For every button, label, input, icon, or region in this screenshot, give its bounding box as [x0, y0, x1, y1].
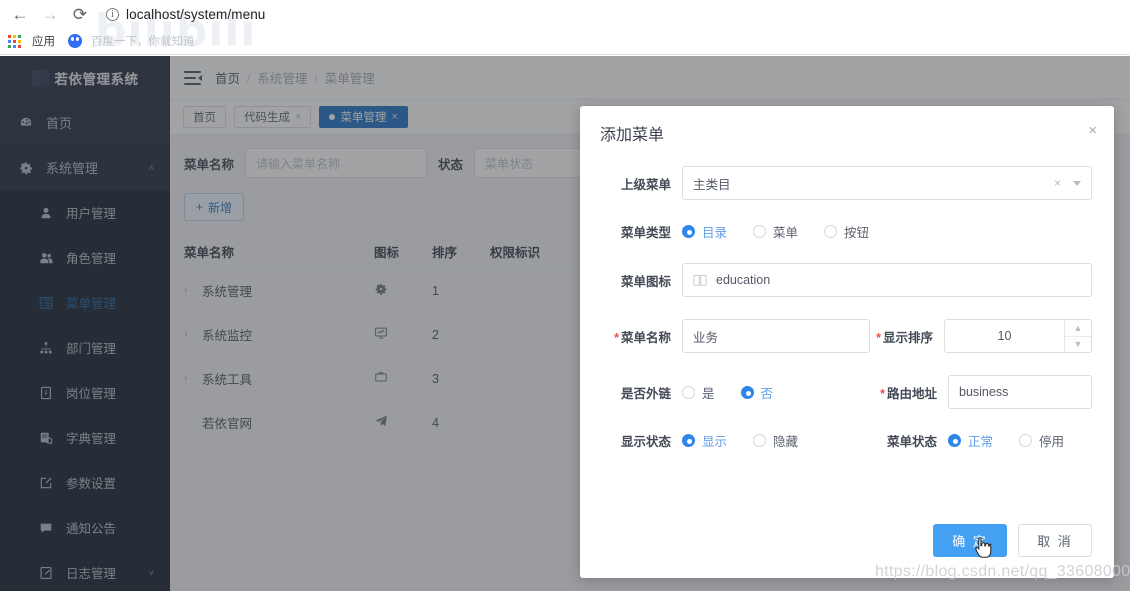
radio-status-normal[interactable]: 正常 — [948, 431, 993, 450]
radio-dot-icon — [682, 225, 695, 238]
bookmarks-bar: 应用 百度一下，你就知道 — [0, 28, 1130, 54]
label-text: 路由地址 — [886, 386, 937, 401]
radio-menu-type-button[interactable]: 按钮 — [824, 222, 869, 241]
radio-dot-icon — [682, 385, 695, 399]
parent-menu-value: 主类目 — [693, 177, 731, 192]
radio-is-frame-yes[interactable]: 是 — [682, 383, 715, 402]
url-text: localhost/system/menu — [126, 6, 266, 22]
radio-menu-type-directory[interactable]: 目录 — [682, 222, 727, 241]
radio-label: 正常 — [968, 435, 994, 449]
back-arrow-icon[interactable]: ← — [6, 2, 34, 26]
close-icon[interactable]: × — [1088, 123, 1097, 138]
required-marker: * — [880, 386, 885, 401]
field-label-order: * 显示排序 — [870, 327, 944, 346]
cancel-button[interactable]: 取 消 — [1018, 523, 1092, 557]
field-row-visible-status: 显示状态 显示 隐藏 菜单状态 正常 停用 — [596, 431, 1092, 450]
radio-label: 是 — [702, 386, 715, 401]
field-row-frame-path: 是否外链 是 否 * 路由地址 business — [596, 375, 1092, 409]
field-label-visible: 显示状态 — [620, 435, 671, 449]
required-marker: * — [876, 330, 881, 345]
dialog-body: 上级菜单 主类目 × 菜单类型 目录 菜单 按钮 菜单图标 education … — [580, 160, 1114, 512]
dialog-title: 添加菜单 — [600, 127, 665, 144]
label-text: 显示排序 — [882, 330, 933, 345]
field-label-status: 菜单状态 — [886, 435, 937, 449]
field-parent-menu: 上级菜单 主类目 × — [596, 166, 1092, 200]
bookmark-apps-label[interactable]: 应用 — [32, 33, 55, 49]
menu-name-input[interactable]: 业务 — [682, 319, 870, 353]
browser-nav-row: ← → ⟳ i localhost/system/menu — [0, 0, 1130, 28]
chrome-divider — [0, 54, 1130, 55]
radio-label: 显示 — [702, 435, 728, 449]
radio-status-disabled[interactable]: 停用 — [1019, 431, 1064, 450]
status-radio-group: 正常 停用 — [948, 431, 1092, 450]
confirm-button[interactable]: 确 定 — [933, 523, 1007, 557]
field-label-menu-name: * 菜单名称 — [596, 327, 682, 346]
number-spinner[interactable]: ▲ ▼ — [1064, 320, 1091, 352]
label-text: 菜单名称 — [620, 330, 671, 345]
field-label: 菜单类型 — [620, 226, 671, 240]
apps-grid-icon[interactable] — [8, 34, 23, 48]
browser-chrome: bilibili ← → ⟳ i localhost/system/menu 应… — [0, 0, 1130, 56]
route-path-input[interactable]: business — [948, 375, 1092, 409]
radio-dot-icon — [740, 385, 754, 399]
field-label-path: * 路由地址 — [870, 383, 948, 402]
address-bar[interactable]: i localhost/system/menu — [106, 2, 1130, 26]
radio-label: 隐藏 — [773, 435, 799, 449]
menu-icon-input[interactable]: education — [682, 263, 1092, 297]
field-menu-type: 菜单类型 目录 菜单 按钮 — [596, 222, 1092, 241]
reload-icon[interactable]: ⟳ — [66, 2, 94, 26]
bookmark-baidu-label[interactable]: 百度一下，你就知道 — [91, 33, 195, 49]
info-circle-icon[interactable]: i — [106, 7, 119, 21]
chevron-down-icon[interactable] — [1073, 180, 1081, 186]
dialog-footer: 确 定 取 消 — [580, 512, 1114, 578]
radio-dot-icon — [948, 434, 961, 447]
chevron-up-icon[interactable]: ▲ — [1065, 320, 1091, 337]
parent-menu-select[interactable]: 主类目 × — [682, 166, 1092, 200]
screen: bilibili ← → ⟳ i localhost/system/menu 应… — [0, 0, 1130, 591]
radio-dot-icon — [753, 225, 767, 238]
radio-is-frame-no[interactable]: 否 — [740, 383, 774, 402]
radio-dot-icon — [1019, 434, 1033, 447]
is-frame-radio-group: 是 否 — [682, 383, 870, 402]
clear-icon[interactable]: × — [1054, 176, 1061, 190]
chevron-down-icon[interactable]: ▼ — [1065, 337, 1091, 353]
menu-icon-value: education — [716, 273, 771, 287]
field-menu-icon: 菜单图标 education — [596, 263, 1092, 297]
forward-arrow-icon[interactable]: → — [36, 2, 64, 26]
radio-label: 停用 — [1039, 435, 1065, 449]
required-marker: * — [614, 330, 619, 345]
order-number-value: 10 — [997, 329, 1012, 343]
field-label: 菜单图标 — [620, 274, 671, 289]
visible-radio-group: 显示 隐藏 — [682, 431, 870, 450]
field-label-is-frame: 是否外链 — [620, 386, 671, 401]
radio-visible-show[interactable]: 显示 — [682, 431, 727, 450]
radio-dot-icon — [682, 434, 695, 447]
radio-label: 目录 — [702, 226, 728, 240]
order-number-input[interactable]: 10 ▲ ▼ — [944, 319, 1092, 353]
radio-label: 按钮 — [844, 226, 870, 240]
menu-type-radio-group: 目录 菜单 按钮 — [682, 222, 1092, 241]
radio-visible-hide[interactable]: 隐藏 — [753, 431, 798, 450]
radio-dot-icon — [753, 434, 767, 447]
baidu-icon[interactable] — [68, 34, 82, 48]
field-row-name-order: * 菜单名称 业务 * 显示排序 10 ▲ ▼ — [596, 319, 1092, 353]
radio-label: 菜单 — [773, 226, 799, 240]
add-menu-dialog: 添加菜单 × 上级菜单 主类目 × 菜单类型 目录 菜单 按钮 菜单图标 edu… — [580, 106, 1114, 578]
radio-menu-type-menu[interactable]: 菜单 — [753, 222, 798, 241]
dialog-header: 添加菜单 × — [580, 106, 1114, 160]
field-label: 上级菜单 — [620, 177, 671, 192]
radio-label: 否 — [760, 386, 774, 401]
book-icon — [693, 274, 707, 287]
radio-dot-icon — [824, 225, 838, 238]
